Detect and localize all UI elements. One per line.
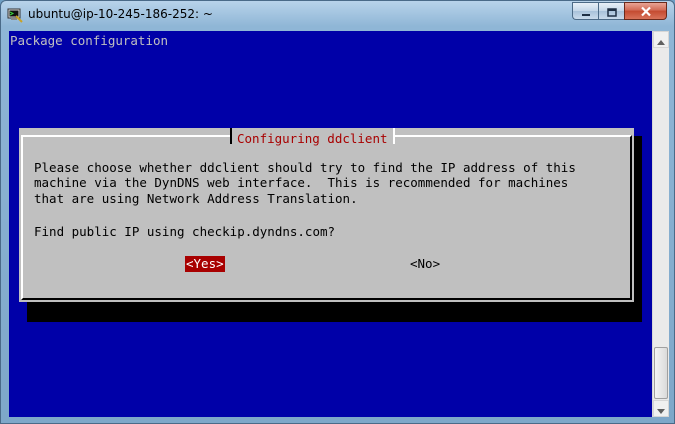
dialog-message: Please choose whether ddclient should tr… — [34, 160, 576, 206]
minimize-icon — [581, 2, 591, 21]
scroll-up-button[interactable] — [653, 31, 669, 48]
message-line: machine via the DynDNS web interface. Th… — [34, 175, 569, 191]
putty-terminal-icon[interactable] — [7, 7, 23, 23]
configure-dialog: Configuring ddclient Please choose wheth… — [19, 128, 634, 302]
no-button[interactable]: <No> — [410, 256, 440, 272]
window-title: ubuntu@ip-10-245-186-252: ~ — [28, 7, 213, 21]
terminal-screen[interactable]: Package configuration Configuring ddclie… — [9, 31, 652, 417]
chevron-up-icon — [657, 30, 665, 49]
chevron-down-icon — [657, 399, 665, 418]
maximize-button[interactable] — [598, 2, 624, 20]
dialog-title-box: Configuring ddclient — [230, 128, 395, 146]
minimize-button[interactable] — [572, 2, 598, 20]
message-line: that are using Network Address Translati… — [34, 190, 358, 206]
scrollbar-thumb[interactable] — [654, 347, 668, 399]
window-titlebar[interactable]: ubuntu@ip-10-245-186-252: ~ — [1, 1, 674, 29]
terminal-window: ubuntu@ip-10-245-186-252: ~ Package conf… — [0, 0, 675, 424]
message-line: Please choose whether ddclient should tr… — [34, 160, 576, 175]
vertical-scrollbar[interactable] — [652, 31, 669, 417]
yes-button[interactable]: <Yes> — [185, 256, 225, 272]
maximize-icon — [606, 2, 617, 21]
close-icon — [640, 2, 652, 21]
dialog-title: Configuring ddclient — [237, 131, 388, 146]
window-controls — [572, 2, 667, 21]
package-configuration-header: Package configuration — [10, 33, 169, 48]
close-button[interactable] — [624, 2, 667, 20]
scroll-down-button[interactable] — [653, 400, 669, 417]
dialog-question: Find public IP using checkip.dyndns.com? — [34, 224, 336, 239]
